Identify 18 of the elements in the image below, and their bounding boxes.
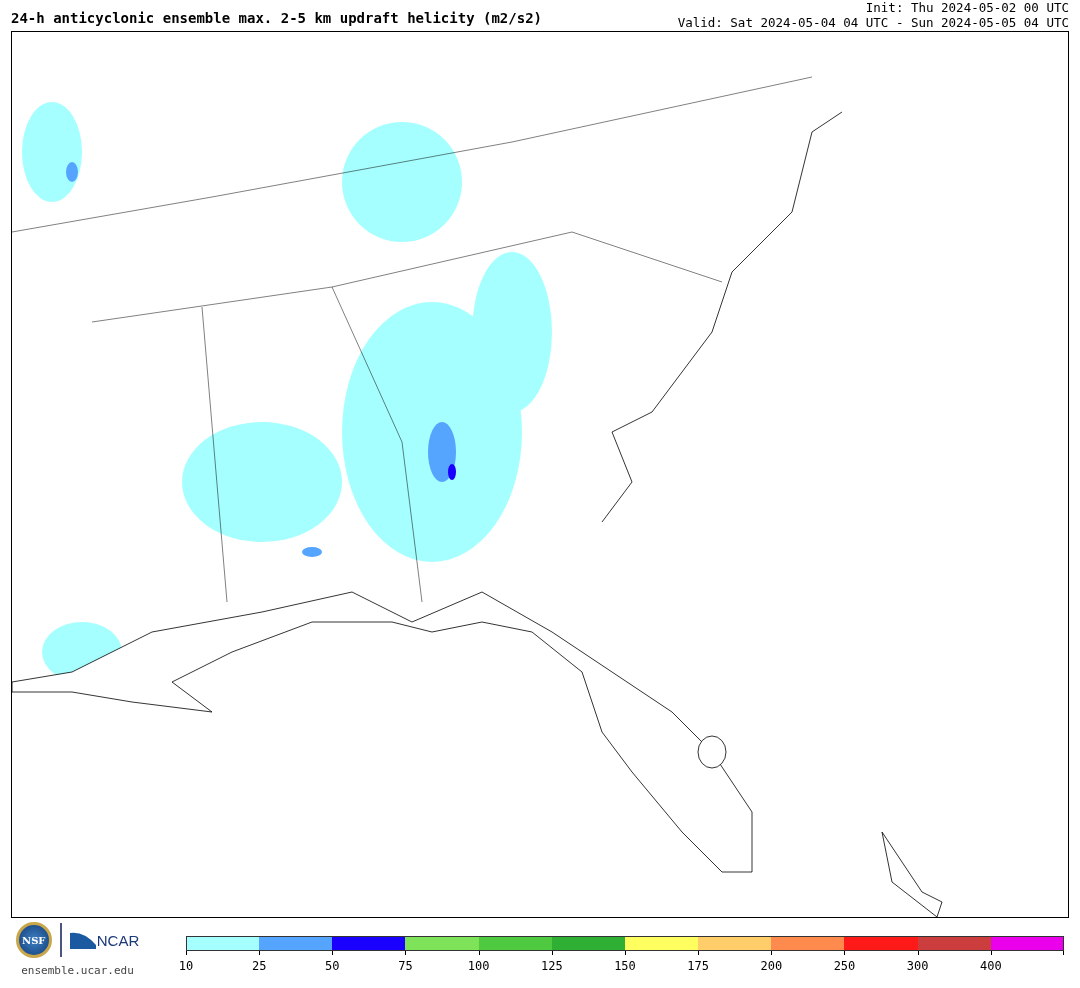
website-url: ensemble.ucar.edu [21, 964, 134, 977]
ncar-logo: NCAR [69, 931, 140, 949]
tick-label: 25 [251, 959, 267, 973]
tick-label: 100 [467, 959, 490, 973]
tick-label: 300 [906, 959, 929, 973]
tick-label: 10 [178, 959, 194, 973]
chart-title: 24-h anticyclonic ensemble max. 2-5 km updraft helicity (m2/s2) [11, 10, 542, 26]
tick-label: 175 [687, 959, 709, 973]
tick-label: 150 [614, 959, 636, 973]
init-time: Init: Thu 2024-05-02 00 UTC [864, 0, 1069, 15]
valid-period: Valid: Sat 2024-05-04 04 UTC - Sun 2024-05-05 04 UTC [677, 15, 1069, 30]
tick-label: 250 [833, 959, 856, 973]
tick-label: 75 [398, 959, 413, 973]
tick-label: 50 [325, 959, 340, 973]
tick-label: 125 [541, 959, 563, 973]
tick-label: 400 [980, 959, 1002, 973]
nsf-logo: NSF [15, 922, 52, 958]
tick-label: 200 [760, 959, 783, 973]
